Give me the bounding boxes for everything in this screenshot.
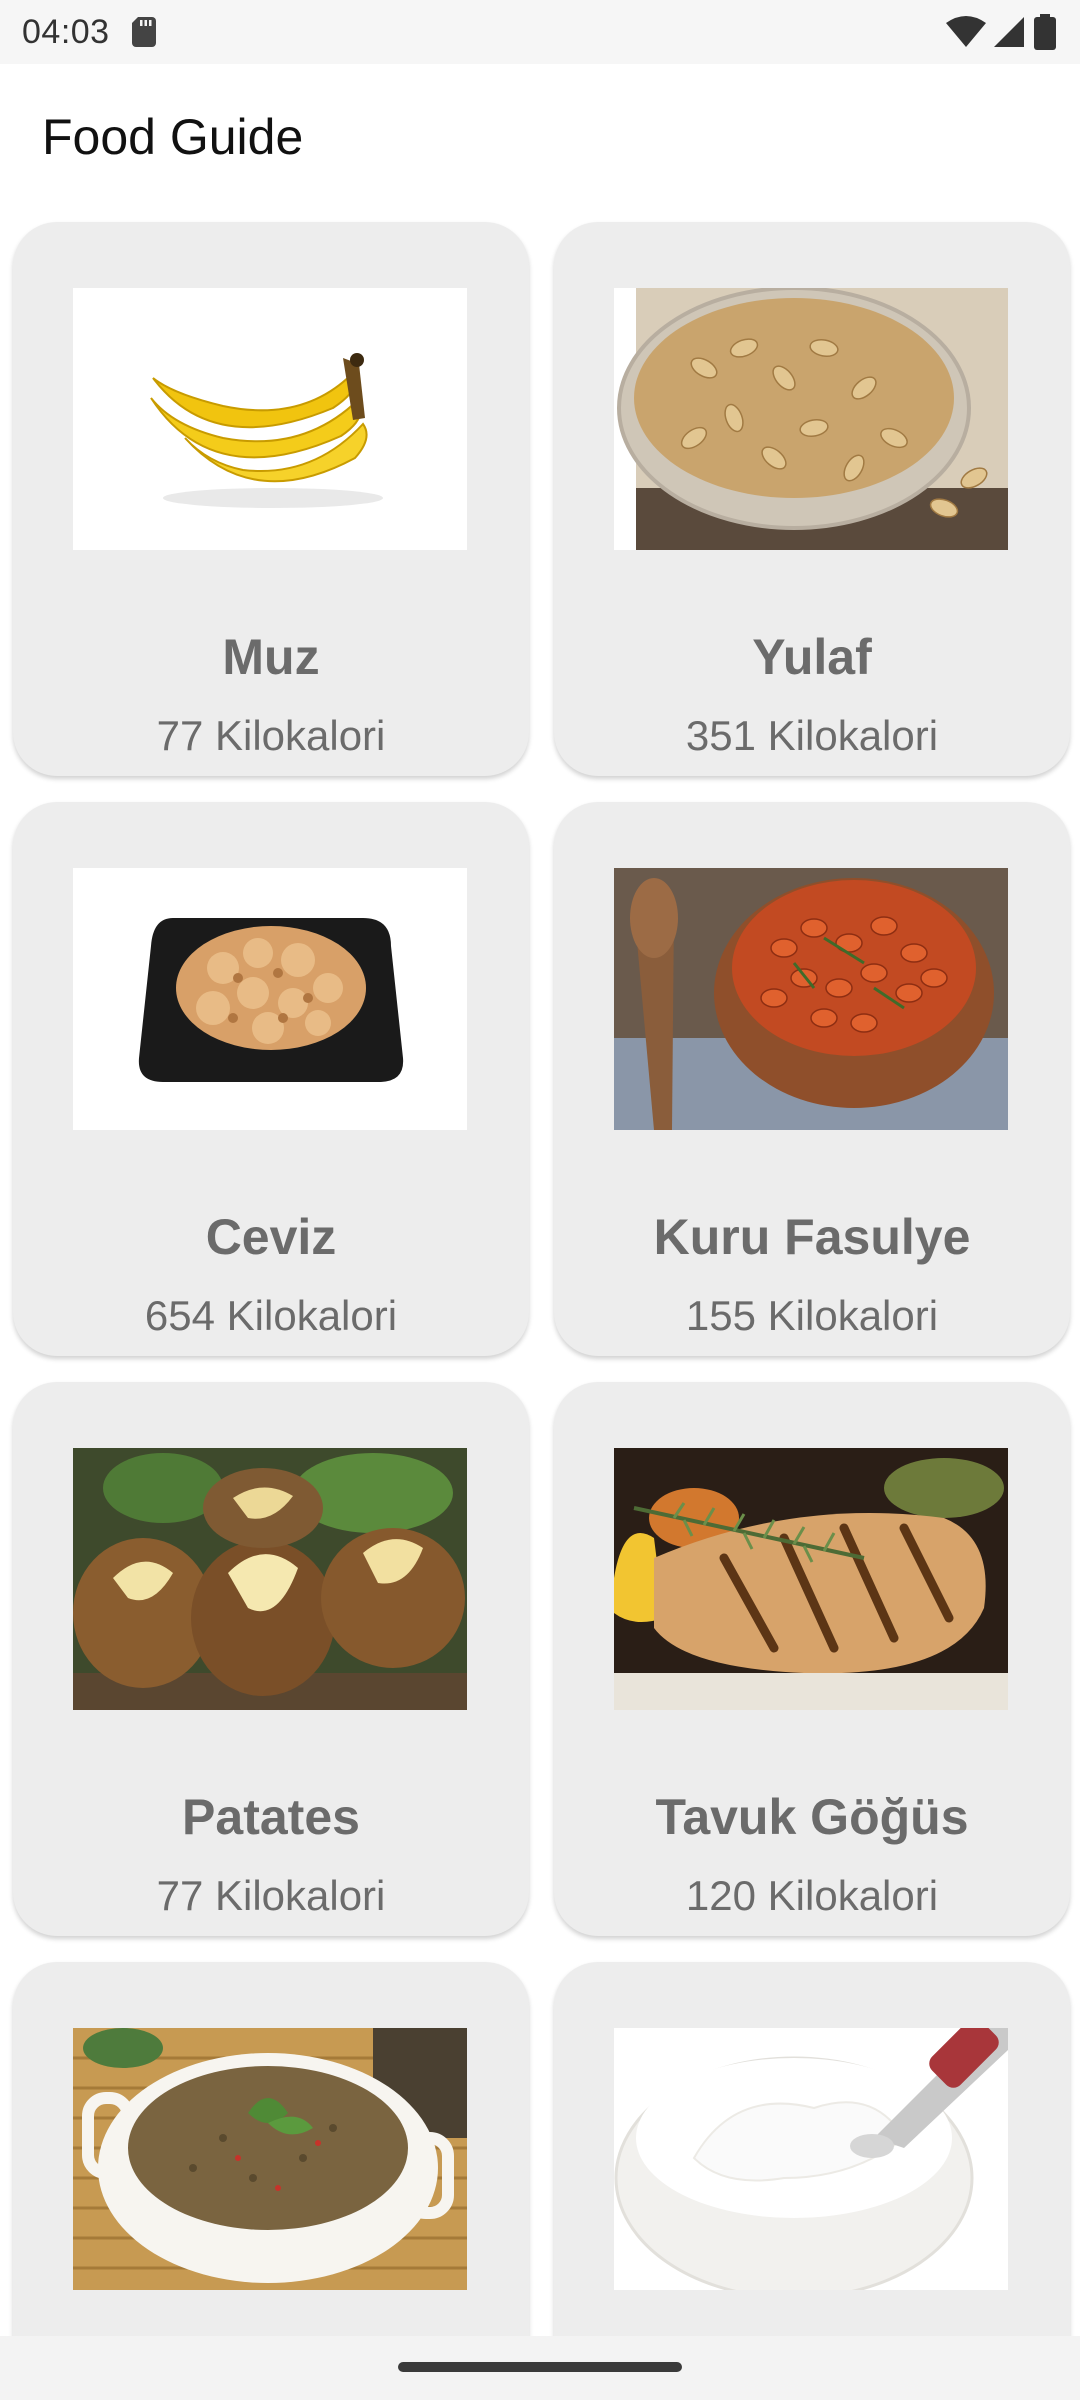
- food-card-kuru-fasulye[interactable]: Kuru Fasulye 155 Kilokalori: [554, 802, 1070, 1356]
- food-card-muz[interactable]: Muz 77 Kilokalori: [13, 222, 529, 776]
- food-calories: 654 Kilokalori: [144, 1292, 398, 1339]
- navigation-bar: [0, 2336, 1080, 2400]
- oats-image: [614, 288, 1008, 550]
- app-bar: Food Guide: [0, 64, 1080, 214]
- home-gesture-handle[interactable]: [398, 2362, 682, 2372]
- status-icons: [946, 14, 1056, 50]
- food-name: Kuru Fasulye: [653, 1209, 971, 1265]
- food-name: Patates: [182, 1789, 360, 1845]
- food-card-ceviz[interactable]: Ceviz 654 Kilokalori: [13, 802, 529, 1356]
- food-card-yulaf[interactable]: Yulaf 351 Kilokalori: [554, 222, 1070, 776]
- food-card-tavuk-gogus[interactable]: Tavuk Göğüs 120 Kilokalori: [554, 1382, 1070, 1936]
- food-name: Tavuk Göğüs: [655, 1789, 969, 1845]
- food-calories: 77 Kilokalori: [156, 712, 386, 759]
- food-grid[interactable]: Muz 77 Kilokalori Yulaf 351 Kilokalori C…: [0, 214, 1080, 2336]
- signal-icon: [994, 17, 1024, 47]
- lentil-soup-image: [73, 2028, 467, 2290]
- yogurt-image: [614, 2028, 1008, 2290]
- food-calories: 120 Kilokalori: [685, 1872, 939, 1919]
- food-card-lentil-soup[interactable]: [13, 1962, 529, 2336]
- food-name: Muz: [222, 629, 320, 685]
- walnuts-image: [73, 868, 467, 1130]
- status-time: 04:03: [22, 12, 110, 51]
- food-calories: 351 Kilokalori: [685, 712, 939, 759]
- baked-potatoes-image: [73, 1448, 467, 1710]
- food-name: Ceviz: [205, 1209, 337, 1265]
- food-calories: 77 Kilokalori: [156, 1872, 386, 1919]
- status-bar: 04:03: [0, 0, 1080, 64]
- food-name: Yulaf: [752, 629, 872, 685]
- banana-image: [73, 288, 467, 550]
- food-calories: 155 Kilokalori: [685, 1292, 939, 1339]
- grilled-chicken-image: [614, 1448, 1008, 1710]
- battery-icon: [1034, 14, 1056, 50]
- wifi-icon: [946, 16, 986, 47]
- sd-card-icon: [131, 17, 156, 47]
- beans-image: [614, 868, 1008, 1130]
- food-card-yogurt[interactable]: [554, 1962, 1070, 2336]
- page-title: Food Guide: [42, 109, 304, 165]
- food-card-patates[interactable]: Patates 77 Kilokalori: [13, 1382, 529, 1936]
